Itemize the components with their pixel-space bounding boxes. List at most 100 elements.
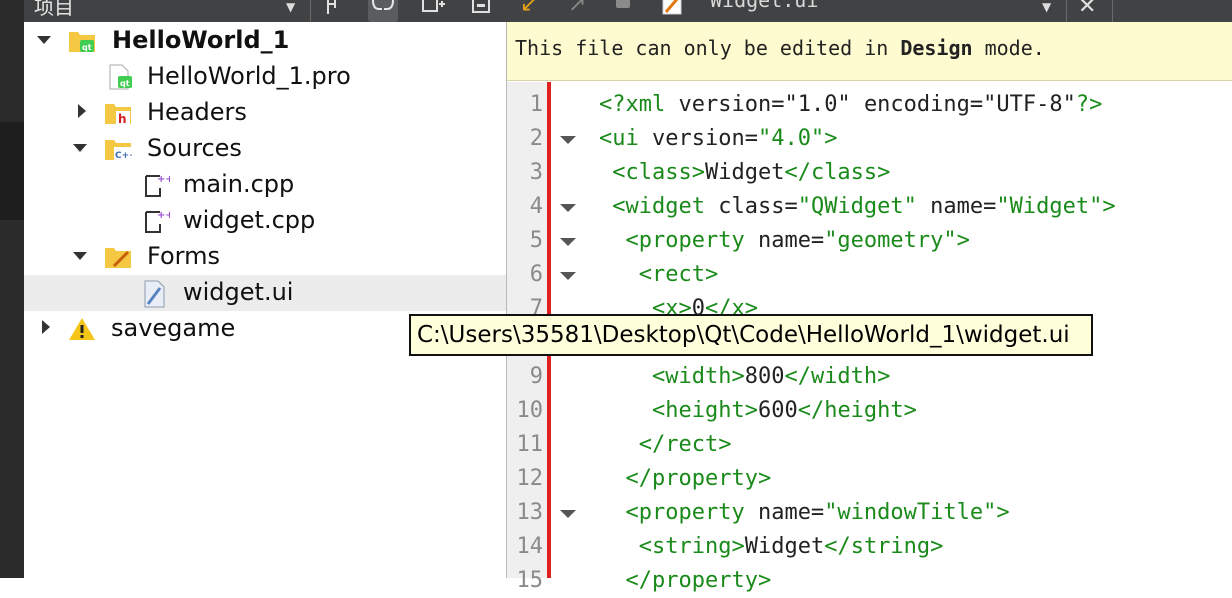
code-text: </property>	[625, 466, 772, 491]
code-line[interactable]: 14 <string>Widget</string>	[507, 530, 1232, 564]
code-line[interactable]: 13 <property name="windowTitle">	[507, 496, 1232, 530]
tree-item-widget-cpp[interactable]: ++ widget.cpp	[24, 203, 506, 239]
code-line[interactable]: 15 </property>	[507, 564, 1232, 598]
cpp-file-icon: ++	[142, 172, 174, 198]
code-text: </property>	[625, 568, 772, 593]
line-number: 5	[529, 228, 543, 253]
fold-chevron-down-icon[interactable]	[560, 204, 576, 212]
expand-chevron-down-icon[interactable]	[72, 248, 87, 262]
line-number: 2	[529, 126, 543, 151]
line-number: 14	[516, 534, 544, 559]
tree-item-label: widget.cpp	[183, 206, 316, 234]
code-text: <rect>	[638, 262, 719, 287]
tree-item-label: main.cpp	[183, 170, 295, 198]
toolbar-divider	[310, 0, 311, 22]
document-list-chevron-down-icon[interactable]: ▼	[1042, 0, 1051, 14]
qt-pro-file-icon: qt	[106, 64, 134, 90]
projects-toolbar: 项目 ▼	[24, 0, 506, 22]
tree-item-widget-ui[interactable]: widget.ui	[24, 275, 506, 311]
tree-item-sources[interactable]: C++ Sources	[24, 131, 506, 167]
close-pane-icon[interactable]	[466, 0, 496, 22]
tree-item-label: Headers	[147, 98, 247, 126]
code-text: <widget class="QWidget" name="Widget">	[612, 194, 1116, 219]
tooltip-text: C:\Users\35581\Desktop\Qt\Code\HelloWorl…	[417, 322, 1070, 348]
tree-item-label: widget.ui	[183, 278, 294, 306]
file-path-tooltip: C:\Users\35581\Desktop\Qt\Code\HelloWorl…	[409, 314, 1093, 356]
line-number: 9	[529, 364, 543, 389]
projects-pane-title[interactable]: 项目	[34, 0, 74, 20]
tree-item-main-cpp[interactable]: ++ main.cpp	[24, 167, 506, 203]
code-area[interactable]: 1 <?xml version="1.0" encoding="UTF-8"?> 2…	[507, 22, 1232, 593]
line-number: 11	[516, 432, 544, 457]
code-text: <width>800</width>	[651, 364, 891, 389]
sources-folder-icon: C++	[104, 136, 137, 162]
line-number: 10	[516, 398, 544, 423]
editor-toolbar: ↙ ↗ Widget.ui ▼ ✕	[506, 0, 1232, 22]
code-line[interactable]: 9 <width>800</width>	[507, 360, 1232, 394]
line-number: 6	[529, 262, 543, 287]
filter-icon[interactable]	[320, 0, 350, 22]
code-line[interactable]: 12 </property>	[507, 462, 1232, 496]
code-line[interactable]: 6 <rect>	[507, 258, 1232, 292]
svg-text:qt: qt	[82, 43, 92, 52]
tree-item-helloworld-project[interactable]: qt HelloWorld_1	[24, 23, 506, 59]
fold-chevron-down-icon[interactable]	[560, 136, 576, 144]
code-text: <height>600</height>	[651, 398, 917, 423]
close-document-icon[interactable]: ✕	[1078, 0, 1096, 19]
qt-project-folder-icon: qt	[68, 28, 96, 54]
forms-folder-icon	[104, 244, 132, 270]
line-number: 4	[529, 194, 543, 219]
link-with-editor-icon[interactable]	[368, 0, 398, 22]
tree-item-label: savegame	[111, 314, 236, 342]
expand-chevron-down-icon[interactable]	[72, 140, 87, 154]
tree-item-label: Forms	[147, 242, 220, 270]
expand-chevron-down-icon[interactable]	[36, 32, 51, 46]
code-text: <ui version="4.0">	[599, 126, 838, 151]
fold-chevron-down-icon[interactable]	[560, 272, 576, 280]
code-text: <string>Widget</string>	[638, 534, 944, 559]
code-text: <?xml version="1.0" encoding="UTF-8"?>	[599, 92, 1103, 117]
svg-text:++: ++	[157, 210, 170, 221]
code-line[interactable]: 5 <property name="geometry">	[507, 224, 1232, 258]
code-line[interactable]: 11 </rect>	[507, 428, 1232, 462]
svg-text:++: ++	[157, 174, 170, 185]
svg-text:qt: qt	[120, 79, 130, 88]
text-editor[interactable]: This file can only be edited in Design m…	[506, 22, 1232, 593]
warning-icon	[68, 316, 96, 342]
back-arrow-icon[interactable]: ↙	[520, 0, 538, 17]
code-text: </rect>	[638, 432, 732, 457]
code-line[interactable]: 10 <height>600</height>	[507, 394, 1232, 428]
line-number: 12	[516, 466, 544, 491]
svg-text:C++: C++	[115, 151, 132, 161]
tree-item-label: HelloWorld_1.pro	[147, 62, 351, 90]
mode-selector-active[interactable]	[0, 122, 24, 220]
toolbar-divider	[1066, 0, 1067, 22]
line-number: 3	[529, 160, 543, 185]
line-number: 15	[516, 568, 544, 593]
ui-file-icon	[142, 280, 170, 308]
pane-selector-chevron-down-icon[interactable]: ▼	[286, 0, 295, 14]
line-number: 13	[516, 500, 544, 525]
line-number: 1	[529, 92, 543, 117]
headers-folder-icon: h	[104, 100, 132, 126]
lock-icon	[616, 0, 630, 8]
expand-chevron-right-icon[interactable]	[38, 320, 52, 334]
fold-chevron-down-icon[interactable]	[560, 238, 576, 246]
project-tree: qt HelloWorld_1 qt HelloWorld_1.pro h He…	[24, 22, 506, 578]
tree-item-pro-file[interactable]: qt HelloWorld_1.pro	[24, 59, 506, 95]
toolbar-divider	[1112, 0, 1113, 22]
fold-chevron-down-icon[interactable]	[560, 510, 576, 518]
code-line[interactable]: 2 <ui version="4.0">	[507, 122, 1232, 156]
open-document-name[interactable]: Widget.ui	[710, 0, 818, 12]
code-line[interactable]: 3 <class>Widget</class>	[507, 156, 1232, 190]
forward-arrow-icon[interactable]: ↗	[568, 0, 586, 17]
expand-chevron-right-icon[interactable]	[74, 104, 88, 118]
cpp-file-icon: ++	[142, 208, 174, 234]
code-line[interactable]: 4 <widget class="QWidget" name="Widget">	[507, 190, 1232, 224]
tree-item-headers[interactable]: h Headers	[24, 95, 506, 131]
code-text: <property name="windowTitle">	[625, 500, 1010, 525]
tree-item-forms[interactable]: Forms	[24, 239, 506, 275]
split-view-icon[interactable]	[418, 0, 448, 22]
code-line[interactable]: 1 <?xml version="1.0" encoding="UTF-8"?>	[507, 88, 1232, 122]
svg-text:h: h	[118, 112, 127, 126]
